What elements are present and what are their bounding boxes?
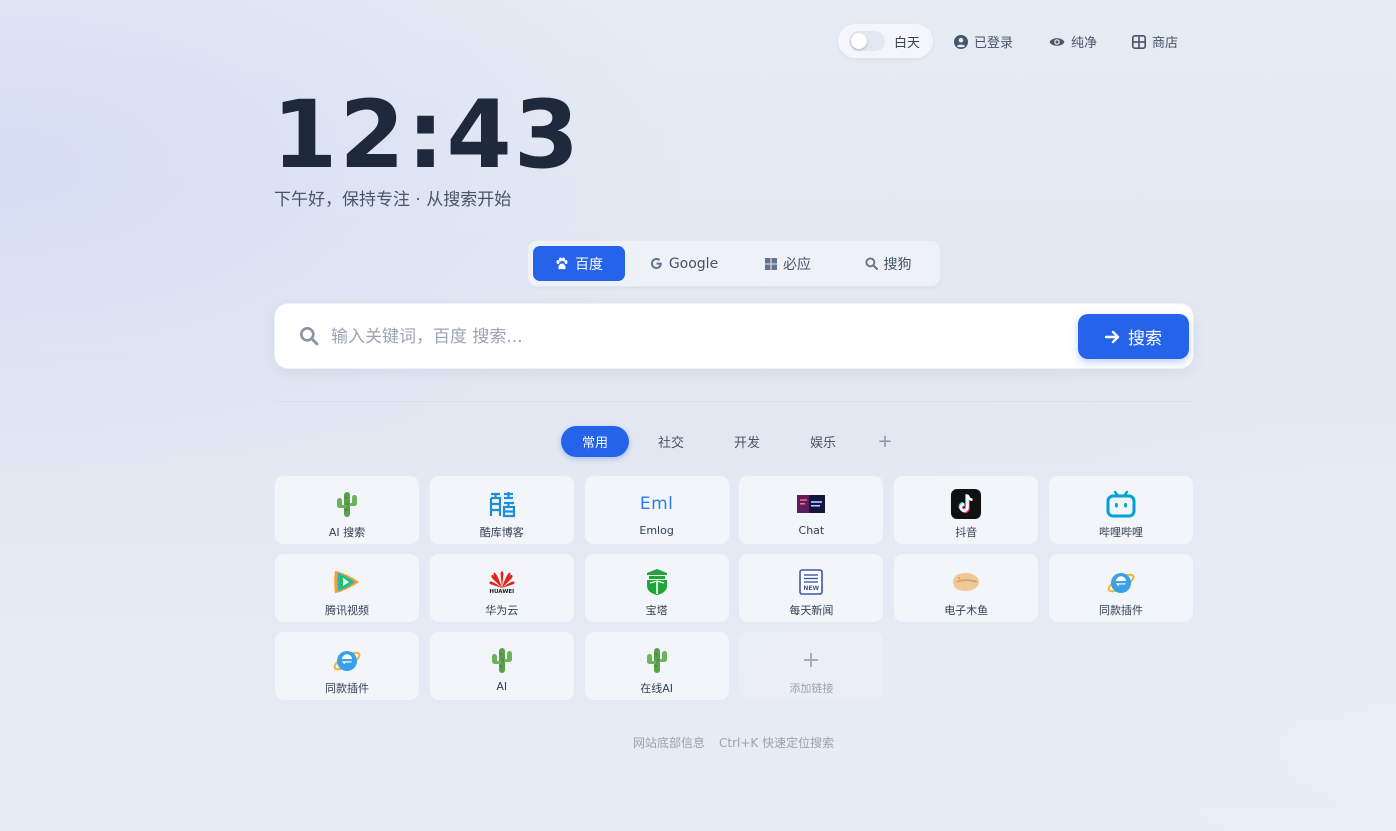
toggle-switch[interactable] (849, 31, 885, 51)
search-button[interactable]: 搜索 (1078, 314, 1189, 359)
pure-mode-link[interactable]: 纯净 (1049, 32, 1097, 51)
engine-label: 搜狗 (883, 256, 912, 273)
paw-icon (556, 257, 568, 269)
category-tab-dev[interactable]: 开发 (713, 426, 781, 457)
grid-icon (1132, 34, 1146, 49)
link-label: 宝塔 (645, 604, 668, 617)
link-card-emlog[interactable]: Eml Emlog (583, 475, 730, 545)
news-icon: NEW (796, 567, 826, 597)
engine-tab-sogou[interactable]: 搜狗 (848, 246, 928, 281)
windows-icon (765, 257, 777, 270)
user-circle-icon (954, 34, 968, 49)
link-card-baota[interactable]: 宝塔 (583, 553, 730, 623)
engine-label: 百度 (575, 256, 603, 273)
greeting: 下午好，保持专注 · 从搜索开始 (274, 190, 512, 210)
clock: 12:43 (272, 81, 582, 190)
link-card-kuku-blog[interactable]: 酷库博客 (428, 475, 575, 545)
shop-label: 商店 (1152, 36, 1179, 51)
category-tab-entertainment[interactable]: 娱乐 (789, 426, 857, 457)
link-label: 腾讯视频 (325, 604, 369, 617)
link-card-ai-search[interactable]: AI 搜索 (274, 475, 420, 545)
link-label: 在线AI (640, 682, 673, 695)
cactus-icon (642, 645, 672, 675)
douyin-icon (951, 489, 982, 519)
footer: 网站底部信息 Ctrl+K 快速定位搜索 (633, 734, 848, 751)
engine-tab-google[interactable]: Google (638, 246, 730, 281)
link-card-douyin[interactable]: 抖音 (893, 475, 1040, 545)
chat-thumbnail-icon (796, 489, 826, 519)
link-label: 酷库博客 (479, 526, 524, 539)
add-link-label: 添加链接 (789, 682, 834, 695)
theme-toggle[interactable]: 白天 (838, 24, 933, 58)
link-label: 同款插件 (1098, 604, 1143, 617)
bilibili-icon (1106, 489, 1136, 519)
link-label: 抖音 (955, 526, 978, 539)
engine-label: 必应 (783, 256, 811, 273)
add-category-button[interactable]: + (865, 426, 905, 457)
add-link-button[interactable]: 添加链接 (738, 631, 885, 701)
cactus-icon (332, 489, 362, 519)
baota-icon (642, 567, 672, 597)
toggle-knob (851, 33, 867, 49)
ie-icon (1106, 567, 1136, 597)
arrow-right-icon (1105, 330, 1120, 343)
link-card-wooden-fish[interactable]: 电子木鱼 (893, 553, 1040, 623)
emlog-logo-icon: Eml (639, 489, 674, 519)
wooden-fish-icon (951, 567, 981, 597)
link-card-plugin[interactable]: 同款插件 (1047, 553, 1194, 623)
huawei-wordmark: HUAWEI (489, 589, 515, 595)
link-card-ai[interactable]: AI (428, 631, 575, 701)
link-card-bilibili[interactable]: 哔哩哔哩 (1047, 475, 1194, 545)
top-bar: 白天 已登录 纯净 商店 (838, 24, 1178, 58)
ku-logo-icon (487, 489, 517, 519)
footer-shortcut-hint: Ctrl+K 快速定位搜索 (719, 736, 835, 750)
link-label: 华为云 (485, 604, 519, 617)
link-label: 电子木鱼 (944, 604, 989, 617)
search-bar: 搜索 (274, 303, 1194, 369)
category-tab-social[interactable]: 社交 (637, 426, 705, 457)
divider (274, 401, 1194, 402)
link-label: 同款插件 (325, 682, 369, 695)
link-card-tencent-video[interactable]: 腾讯视频 (274, 553, 420, 623)
pure-label: 纯净 (1071, 36, 1098, 51)
engine-tab-baidu[interactable]: 百度 (533, 246, 625, 281)
plus-icon (796, 645, 826, 675)
search-icon (864, 257, 878, 270)
link-label: Chat (798, 524, 825, 537)
link-card-plugin-2[interactable]: 同款插件 (274, 631, 420, 701)
search-icon (300, 327, 319, 346)
footer-info[interactable]: 网站底部信息 (633, 736, 705, 750)
login-label: 已登录 (974, 36, 1014, 51)
search-input[interactable] (331, 322, 1031, 352)
tencent-video-icon (332, 567, 362, 597)
search-button-label: 搜索 (1128, 329, 1162, 349)
link-card-chat[interactable]: Chat (738, 475, 885, 545)
shop-link[interactable]: 商店 (1132, 32, 1178, 51)
news-icon-text: NEW (803, 585, 820, 592)
eye-icon (1049, 37, 1065, 46)
cactus-icon (487, 645, 517, 675)
link-card-online-ai[interactable]: 在线AI (583, 631, 730, 701)
link-label: 每天新闻 (789, 604, 834, 617)
category-tab-common[interactable]: 常用 (561, 426, 629, 457)
search-engine-tabs: 百度 Google 必应 搜狗 (527, 240, 941, 287)
link-label: AI 搜索 (328, 526, 366, 539)
engine-tab-bing[interactable]: 必应 (752, 246, 824, 281)
link-card-huawei-cloud[interactable]: HUAWEI 华为云 (428, 553, 575, 623)
emlog-logo-text: Eml (639, 494, 674, 514)
ie-icon (332, 645, 362, 675)
login-link[interactable]: 已登录 (954, 32, 1013, 51)
huawei-icon: HUAWEI (487, 567, 517, 597)
google-g-icon (650, 257, 662, 270)
link-label: Emlog (639, 524, 674, 537)
link-label: 哔哩哔哩 (1098, 526, 1143, 539)
link-grid: AI 搜索 酷库博客 Eml Emlog Chat 抖音 哔哩哔哩 腾讯视频 H… (274, 475, 1194, 701)
theme-label: 白天 (894, 35, 921, 51)
link-label: AI (496, 680, 508, 693)
link-card-daily-news[interactable]: NEW 每天新闻 (738, 553, 885, 623)
engine-label: Google (668, 255, 719, 272)
